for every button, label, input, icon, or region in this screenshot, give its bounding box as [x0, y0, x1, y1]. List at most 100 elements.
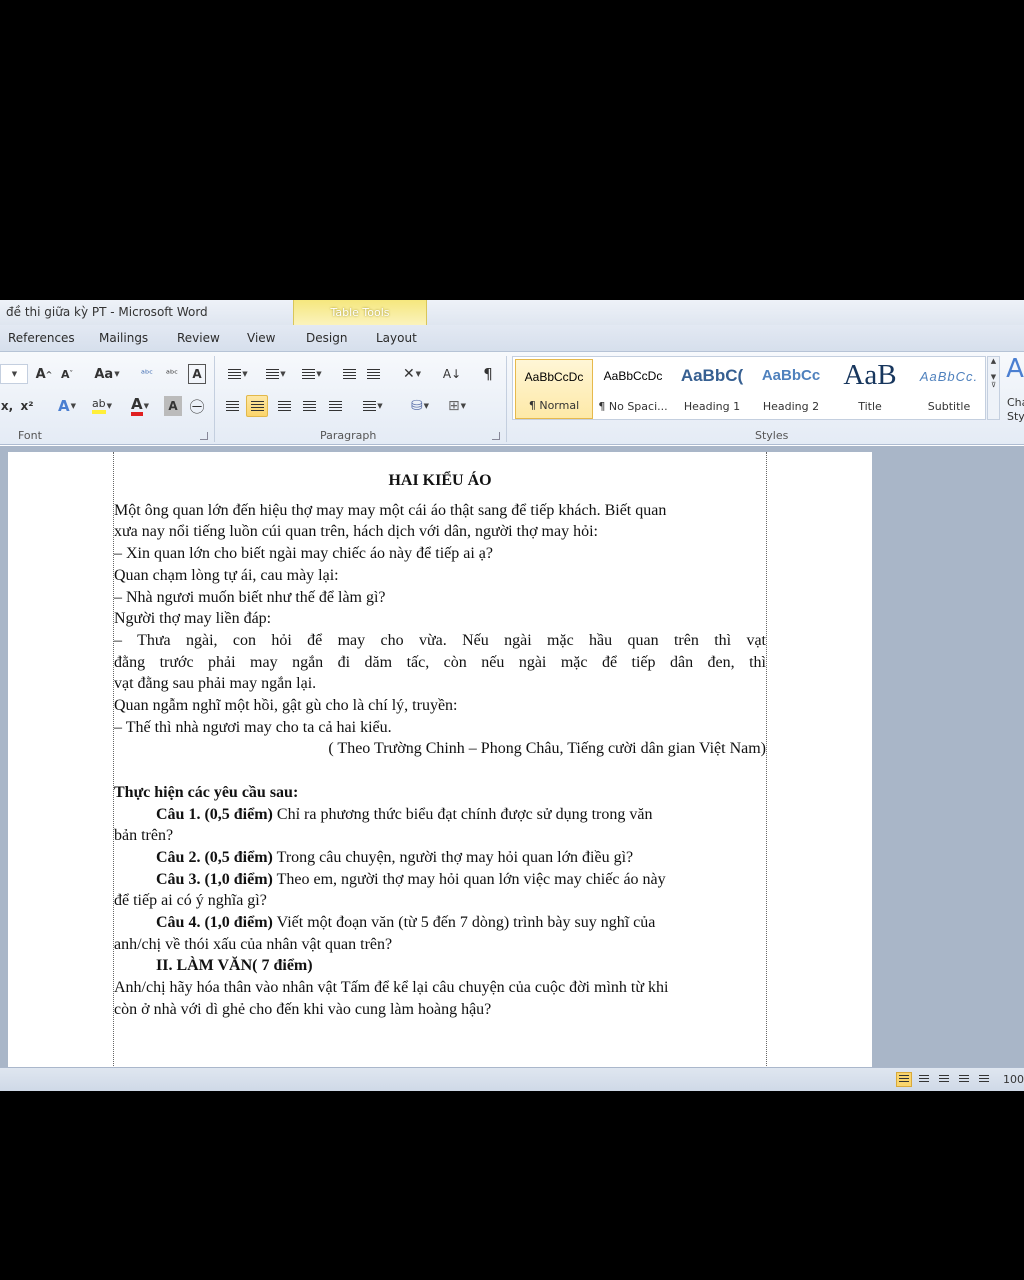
story-line: – Thưa ngài, con hỏi để may cho vừa. Nếu…: [114, 631, 766, 649]
style-preview: AaBbCcDc: [603, 369, 663, 383]
style-no-spacing[interactable]: AaBbCcDc ¶ No Spaci...: [594, 359, 672, 419]
font-size-dropdown[interactable]: ▼: [0, 364, 28, 384]
style-heading-2[interactable]: AaBbCc Heading 2: [752, 359, 830, 419]
character-shading-button[interactable]: A: [164, 396, 182, 416]
question-4: Câu 4. (1,0 điểm) Viết một đoạn văn (từ …: [156, 914, 656, 932]
enclose-circle-icon[interactable]: ㊀: [188, 396, 206, 416]
style-name: ¶ No Spaci...: [598, 400, 668, 413]
gallery-scroll[interactable]: ▲ ▼ ⊽: [987, 356, 1000, 420]
tab-references[interactable]: References: [8, 331, 75, 345]
numbering-button[interactable]: ▼: [259, 364, 293, 384]
subscript-button[interactable]: x,: [0, 396, 14, 416]
paragraph-dialog-launcher[interactable]: [492, 432, 500, 440]
question-1: Câu 1. (0,5 điểm) Chỉ ra phương thức biể…: [156, 805, 653, 823]
bullets-button[interactable]: ▼: [222, 364, 254, 384]
distributed-button[interactable]: [324, 396, 346, 416]
story-line: Quan ngẫm nghĩ một hồi, gật gù cho là ch…: [114, 697, 458, 715]
story-line: đằng trước phải may ngắn đi dăm tấc, còn…: [114, 653, 766, 671]
shading-button[interactable]: ⛁ ▼: [404, 396, 436, 416]
essay-line: còn ở nhà với dì ghẻ cho đến khi vào cun…: [114, 1000, 492, 1018]
question-1-cont: bản trên?: [114, 827, 174, 845]
question-2: Câu 2. (0,5 điểm) Trong câu chuyện, ngườ…: [156, 848, 634, 866]
change-case-button[interactable]: Aa ▼: [92, 364, 122, 384]
source-citation: ( Theo Trường Chinh – Phong Châu, Tiếng …: [328, 740, 766, 758]
align-center-button[interactable]: [246, 395, 268, 417]
table-tools-label: Table Tools: [330, 306, 390, 319]
group-separator: [506, 356, 507, 442]
draft-view-icon[interactable]: [976, 1072, 992, 1087]
style-title[interactable]: AaB Title: [831, 359, 909, 419]
borders-button[interactable]: ⊞ ▼: [442, 396, 472, 416]
story-line: – Thế thì nhà ngươi may cho ta cả hai ki…: [114, 718, 392, 736]
outline-view-icon[interactable]: [956, 1072, 972, 1087]
tab-design[interactable]: Design: [306, 331, 347, 345]
document-page[interactable]: HAI KIỂU ÁO Một ông quan lớn đến hiệu th…: [8, 452, 872, 1067]
phonetic-guide-icon[interactable]: ᵃᵇᶜ: [162, 364, 182, 384]
web-layout-icon[interactable]: [936, 1072, 952, 1087]
highlight-button[interactable]: ab ▼: [86, 396, 118, 416]
grow-font-button[interactable]: A ^: [34, 364, 54, 384]
story-title: HAI KIỂU ÁO: [388, 472, 492, 489]
tab-layout[interactable]: Layout: [376, 331, 417, 345]
multilevel-list-button[interactable]: ▼: [296, 364, 328, 384]
ribbon-tabs: References Mailings Review View Design L…: [0, 325, 1024, 352]
group-separator: [214, 356, 215, 442]
full-screen-reading-icon[interactable]: [916, 1072, 932, 1087]
align-right-button[interactable]: [274, 396, 294, 416]
justify-button[interactable]: [299, 396, 319, 416]
font-dialog-launcher[interactable]: [200, 432, 208, 440]
tab-review[interactable]: Review: [177, 331, 220, 345]
shrink-font-button[interactable]: Aˇ: [58, 364, 76, 384]
text-effects-button[interactable]: A ▼: [54, 396, 80, 416]
style-name: Subtitle: [927, 400, 971, 413]
story-line: Người thợ may liền đáp:: [114, 610, 272, 628]
part-2-heading: II. LÀM VĂN( 7 điểm): [156, 957, 313, 975]
title-bar: đề thi giữa kỳ PT - Microsoft Word: [0, 300, 1024, 325]
text-box[interactable]: HAI KIỂU ÁO Một ông quan lớn đến hiệu th…: [113, 452, 767, 1067]
tab-mailings[interactable]: Mailings: [99, 331, 148, 345]
style-name: Heading 1: [683, 400, 741, 413]
decrease-indent-button[interactable]: [340, 364, 358, 384]
question-3: Câu 3. (1,0 điểm) Theo em, người thợ may…: [156, 870, 666, 888]
style-subtitle[interactable]: AaBbCc. Subtitle: [910, 359, 988, 419]
question-4-cont: anh/chị về thói xấu của nhân vật quan tr…: [114, 935, 393, 953]
line-spacing-button[interactable]: ▼: [358, 396, 388, 416]
font-color-button[interactable]: A ▼: [124, 396, 156, 416]
styles-group-label: Styles: [755, 429, 789, 442]
show-formatting-button[interactable]: ¶: [478, 364, 498, 384]
style-preview: AaB: [843, 359, 897, 391]
enclose-character-icon[interactable]: A: [188, 364, 206, 384]
style-preview: AaBbCc.: [919, 369, 979, 384]
font-group-label: Font: [18, 429, 42, 442]
essay-line: Anh/chị hãy hóa thân vào nhân vật Tấm để…: [114, 979, 669, 997]
print-layout-view-icon[interactable]: [896, 1072, 912, 1087]
tab-view[interactable]: View: [247, 331, 275, 345]
asian-layout-button[interactable]: ✕ ▼: [396, 364, 428, 384]
top-marker: [114, 446, 766, 448]
paragraph-group-label: Paragraph: [320, 429, 377, 442]
spelling-icon[interactable]: ᵃᵇᶜ: [137, 364, 157, 384]
styles-gallery: AaBbCcDc ¶ Normal AaBbCcDc ¶ No Spaci...…: [512, 356, 986, 420]
sort-button[interactable]: A↓: [440, 364, 464, 384]
word-window: đề thi giữa kỳ PT - Microsoft Word Table…: [0, 300, 1024, 1091]
style-name: Heading 2: [762, 400, 820, 413]
story-line: vạt đằng sau phải may ngắn lại.: [114, 675, 317, 693]
document-area: HAI KIỂU ÁO Một ông quan lớn đến hiệu th…: [0, 446, 1024, 1067]
superscript-button[interactable]: x²: [18, 396, 36, 416]
story-line: – Xin quan lớn cho biết ngài may chiếc á…: [114, 545, 493, 563]
style-name: ¶ Normal: [528, 399, 580, 412]
style-normal[interactable]: AaBbCcDc ¶ Normal: [515, 359, 593, 419]
style-heading-1[interactable]: AaBbC( Heading 1: [673, 359, 751, 419]
align-left-button[interactable]: [222, 396, 242, 416]
story-line: Một ông quan lớn đến hiệu thợ may may mộ…: [114, 501, 667, 519]
zoom-level[interactable]: 100: [1003, 1073, 1024, 1086]
window-title: đề thi giữa kỳ PT - Microsoft Word: [6, 305, 208, 319]
requirements-heading: Thực hiện các yêu cầu sau:: [114, 783, 299, 801]
style-preview: AaBbC(: [680, 366, 744, 385]
style-name: Title: [858, 400, 882, 413]
ribbon: ▼ A ^ Aˇ Aa ▼ ᵃᵇᶜ ᵃᵇᶜ A x, x² A ▼ ab ▼ A ▼ A …: [0, 352, 1024, 445]
increase-indent-button[interactable]: [364, 364, 382, 384]
change-styles-icon[interactable]: A: [1006, 354, 1024, 384]
change-styles-label[interactable]: ChaSty: [1007, 396, 1024, 424]
